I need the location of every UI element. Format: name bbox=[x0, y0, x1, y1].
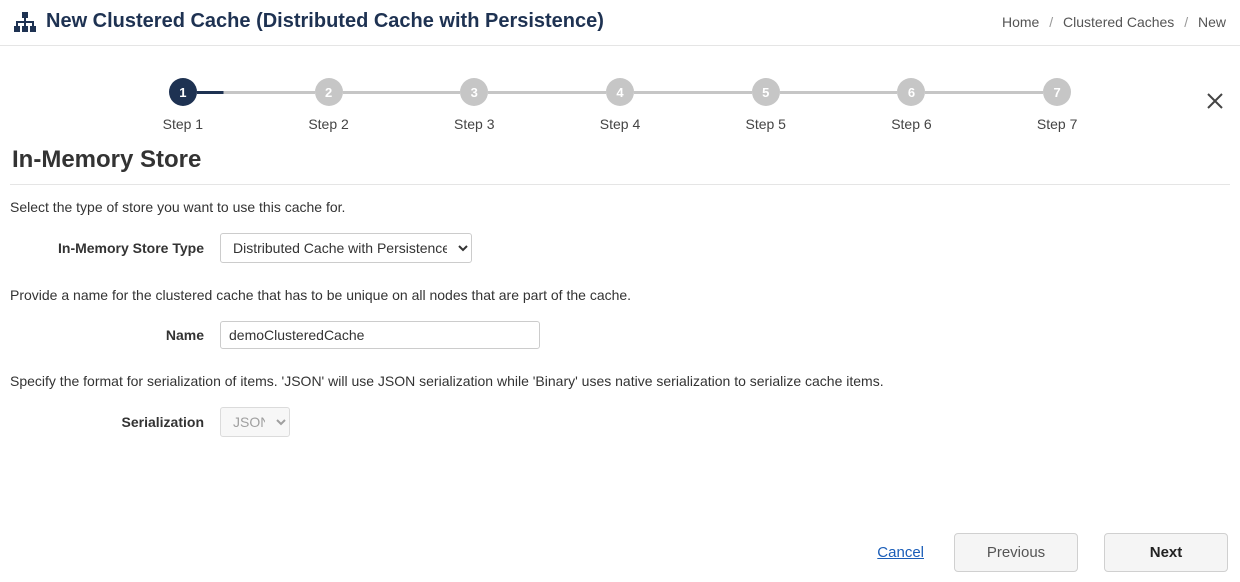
step-5[interactable]: 5 Step 5 bbox=[693, 78, 839, 132]
breadcrumb-home[interactable]: Home bbox=[1002, 14, 1039, 30]
section-title: In-Memory Store bbox=[10, 146, 1230, 174]
store-type-label: In-Memory Store Type bbox=[10, 240, 220, 256]
store-type-select[interactable]: Distributed Cache with Persistence bbox=[220, 233, 472, 263]
step-circle: 4 bbox=[606, 78, 634, 106]
step-circle: 2 bbox=[315, 78, 343, 106]
step-label: Step 2 bbox=[308, 116, 348, 132]
next-button[interactable]: Next bbox=[1104, 533, 1228, 572]
serialization-select[interactable]: JSON bbox=[220, 407, 290, 437]
name-label: Name bbox=[10, 327, 220, 343]
previous-button[interactable]: Previous bbox=[954, 533, 1078, 572]
breadcrumb: Home / Clustered Caches / New bbox=[1002, 14, 1226, 30]
step-circle: 3 bbox=[460, 78, 488, 106]
serialization-description: Specify the format for serialization of … bbox=[10, 373, 1230, 389]
step-1[interactable]: 1 Step 1 bbox=[110, 78, 256, 132]
step-4[interactable]: 4 Step 4 bbox=[547, 78, 693, 132]
wizard-stepper: 1 Step 1 2 Step 2 3 Step 3 4 Step 4 5 Step 5 6 Step… bbox=[110, 78, 1130, 132]
step-circle: 1 bbox=[169, 78, 197, 106]
page-title: New Clustered Cache (Distributed Cache w… bbox=[46, 10, 604, 33]
step-6[interactable]: 6 Step 6 bbox=[839, 78, 985, 132]
serialization-label: Serialization bbox=[10, 414, 220, 430]
divider bbox=[10, 184, 1230, 185]
step-circle: 5 bbox=[752, 78, 780, 106]
step-label: Step 1 bbox=[163, 116, 203, 132]
step-3[interactable]: 3 Step 3 bbox=[401, 78, 547, 132]
step-7[interactable]: 7 Step 7 bbox=[984, 78, 1130, 132]
step-label: Step 3 bbox=[454, 116, 494, 132]
breadcrumb-clustered-caches[interactable]: Clustered Caches bbox=[1063, 14, 1174, 30]
cancel-link[interactable]: Cancel bbox=[877, 544, 924, 561]
close-icon[interactable] bbox=[1206, 92, 1224, 113]
step-circle: 7 bbox=[1043, 78, 1071, 106]
step-2[interactable]: 2 Step 2 bbox=[256, 78, 402, 132]
name-input[interactable] bbox=[220, 321, 540, 349]
step-circle: 6 bbox=[897, 78, 925, 106]
hierarchy-icon bbox=[14, 12, 36, 32]
step-label: Step 5 bbox=[745, 116, 785, 132]
step-label: Step 4 bbox=[600, 116, 640, 132]
step-label: Step 6 bbox=[891, 116, 931, 132]
step-label: Step 7 bbox=[1037, 116, 1077, 132]
breadcrumb-current: New bbox=[1198, 14, 1226, 30]
store-type-description: Select the type of store you want to use… bbox=[10, 199, 1230, 215]
name-description: Provide a name for the clustered cache t… bbox=[10, 287, 1230, 303]
